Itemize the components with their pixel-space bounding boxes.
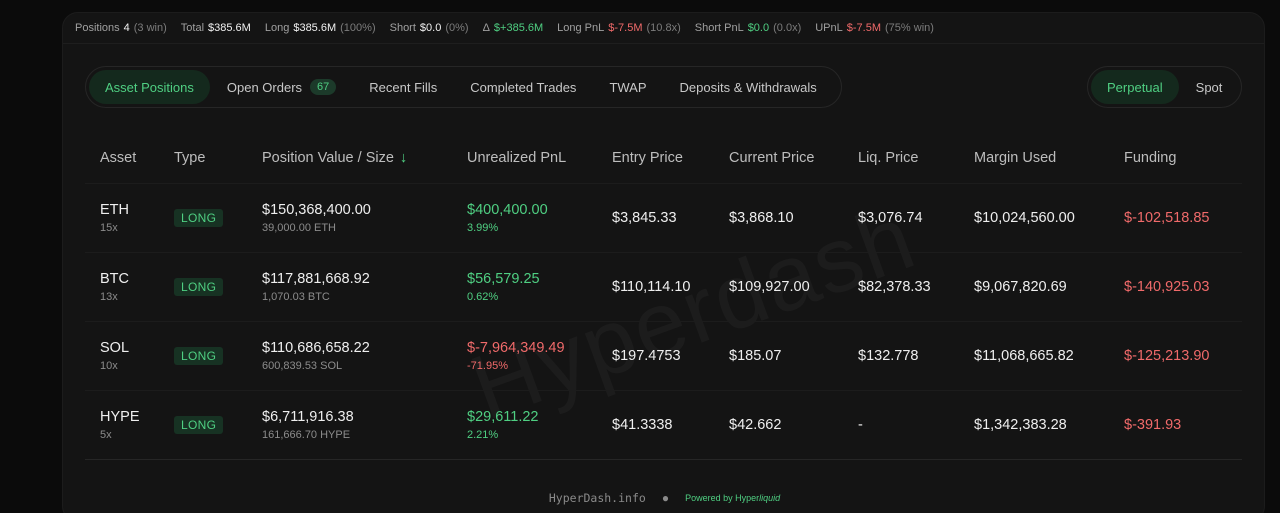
tab-spot[interactable]: Spot	[1180, 70, 1239, 104]
cell-unrealized-pnl: $29,611.22 2.21%	[452, 390, 597, 460]
cell-position-value: $6,711,916.38 161,666.70 HYPE	[247, 390, 452, 460]
col-header-funding[interactable]: Funding	[1109, 133, 1242, 184]
cell-asset: HYPE 5x	[85, 390, 159, 460]
sort-down-icon: ↓	[399, 149, 408, 166]
col-header-margin-used[interactable]: Margin Used	[959, 133, 1109, 184]
cell-liq-price: $3,076.74	[843, 183, 959, 253]
leverage: 15x	[100, 221, 118, 234]
stat-positions: Positions 4 (3 win)	[75, 22, 167, 34]
cell-current-price: $3,868.10	[714, 183, 843, 253]
positions-tabs: Asset Positions Open Orders 67 Recent Fil…	[85, 66, 842, 108]
cell-liq-price: -	[843, 390, 959, 460]
cell-margin-used: $11,068,665.82	[959, 321, 1109, 391]
stat-upnl: UPnL $-7.5M (75% win)	[815, 22, 934, 34]
tab-asset-positions[interactable]: Asset Positions	[89, 70, 210, 104]
cell-liq-price: $132.778	[843, 321, 959, 391]
open-orders-count-badge: 67	[310, 79, 337, 95]
leverage: 10x	[100, 359, 118, 372]
col-header-type[interactable]: Type	[159, 133, 247, 184]
cell-type: LONG	[159, 183, 247, 253]
cell-current-price: $185.07	[714, 321, 843, 391]
col-header-asset[interactable]: Asset	[85, 133, 159, 184]
col-header-current-price[interactable]: Current Price	[714, 133, 843, 184]
tab-recent-fills[interactable]: Recent Fills	[353, 70, 453, 104]
long-badge: LONG	[174, 346, 224, 365]
tab-open-orders[interactable]: Open Orders 67	[211, 70, 352, 104]
cell-margin-used: $9,067,820.69	[959, 252, 1109, 322]
cell-margin-used: $10,024,560.00	[959, 183, 1109, 253]
stat-long: Long $385.6M (100%)	[264, 22, 376, 34]
cell-type: LONG	[159, 252, 247, 322]
stat-long-pnl: Long PnL $-7.5M (10.8x)	[557, 22, 681, 34]
powered-by-link[interactable]: Powered by Hyperliquid	[685, 493, 780, 503]
table-row[interactable]: SOL 10x LONG $110,686,658.22 600,839.53 SO…	[85, 321, 1242, 391]
cell-funding: $-125,213.90	[1109, 321, 1242, 391]
col-header-unrealized-pnl[interactable]: Unrealized PnL	[452, 133, 597, 184]
long-badge: LONG	[174, 277, 224, 296]
cell-asset: BTC 13x	[85, 252, 159, 322]
stat-total: Total $385.6M	[180, 22, 251, 34]
cell-margin-used: $1,342,383.28	[959, 390, 1109, 460]
col-header-position-value[interactable]: Position Value / Size ↓	[247, 133, 452, 184]
cell-funding: $-102,518.85	[1109, 183, 1242, 253]
positions-panel: Positions 4 (3 win) Total $385.6M Long $385.…	[62, 12, 1265, 513]
cell-entry-price: $3,845.33	[597, 183, 714, 253]
tab-completed-trades[interactable]: Completed Trades	[454, 70, 592, 104]
stat-delta: Δ $+385.6M	[482, 22, 544, 34]
tab-perpetual[interactable]: Perpetual	[1091, 70, 1179, 104]
cell-liq-price: $82,378.33	[843, 252, 959, 322]
cell-type: LONG	[159, 321, 247, 391]
cell-current-price: $42.662	[714, 390, 843, 460]
cell-asset: ETH 15x	[85, 183, 159, 253]
separator-dot: ●	[661, 491, 670, 505]
tab-deposits-withdrawals[interactable]: Deposits & Withdrawals	[664, 70, 833, 104]
table-row[interactable]: BTC 13x LONG $117,881,668.92 1,070.03 BTC …	[85, 252, 1242, 322]
col-header-liq-price[interactable]: Liq. Price	[843, 133, 959, 184]
cell-unrealized-pnl: $-7,964,349.49 -71.95%	[452, 321, 597, 391]
cell-asset: SOL 10x	[85, 321, 159, 391]
leverage: 13x	[100, 290, 118, 303]
cell-funding: $-140,925.03	[1109, 252, 1242, 322]
leverage: 5x	[100, 428, 112, 441]
site-link[interactable]: HyperDash.info	[549, 491, 646, 505]
stats-bar: Positions 4 (3 win) Total $385.6M Long $385.…	[75, 13, 948, 43]
market-type-tabs: Perpetual Spot	[1087, 66, 1242, 108]
positions-table: Asset Type Position Value / Size ↓ Unreal…	[85, 133, 1242, 460]
tab-twap[interactable]: TWAP	[593, 70, 662, 104]
long-badge: LONG	[174, 208, 224, 227]
table-row[interactable]: ETH 15x LONG $150,368,400.00 39,000.00 ETH…	[85, 183, 1242, 253]
cell-unrealized-pnl: $56,579.25 0.62%	[452, 252, 597, 322]
cell-current-price: $109,927.00	[714, 252, 843, 322]
cell-position-value: $117,881,668.92 1,070.03 BTC	[247, 252, 452, 322]
table-header-row: Asset Type Position Value / Size ↓ Unreal…	[85, 133, 1242, 184]
cell-entry-price: $41.3338	[597, 390, 714, 460]
stat-short-pnl: Short PnL $0.0 (0.0x)	[694, 22, 802, 34]
stat-short: Short $0.0 (0%)	[389, 22, 469, 34]
cell-position-value: $110,686,658.22 600,839.53 SOL	[247, 321, 452, 391]
cell-unrealized-pnl: $400,400.00 3.99%	[452, 183, 597, 253]
col-header-entry-price[interactable]: Entry Price	[597, 133, 714, 184]
long-badge: LONG	[174, 415, 224, 434]
table-row[interactable]: HYPE 5x LONG $6,711,916.38 161,666.70 HYPE…	[85, 390, 1242, 460]
cell-position-value: $150,368,400.00 39,000.00 ETH	[247, 183, 452, 253]
cell-funding: $-391.93	[1109, 390, 1242, 460]
divider	[63, 43, 1264, 44]
cell-entry-price: $197.4753	[597, 321, 714, 391]
cell-type: LONG	[159, 390, 247, 460]
cell-entry-price: $110,114.10	[597, 252, 714, 322]
footer: HyperDash.info ● Powered by Hyperliquid	[63, 491, 1266, 505]
